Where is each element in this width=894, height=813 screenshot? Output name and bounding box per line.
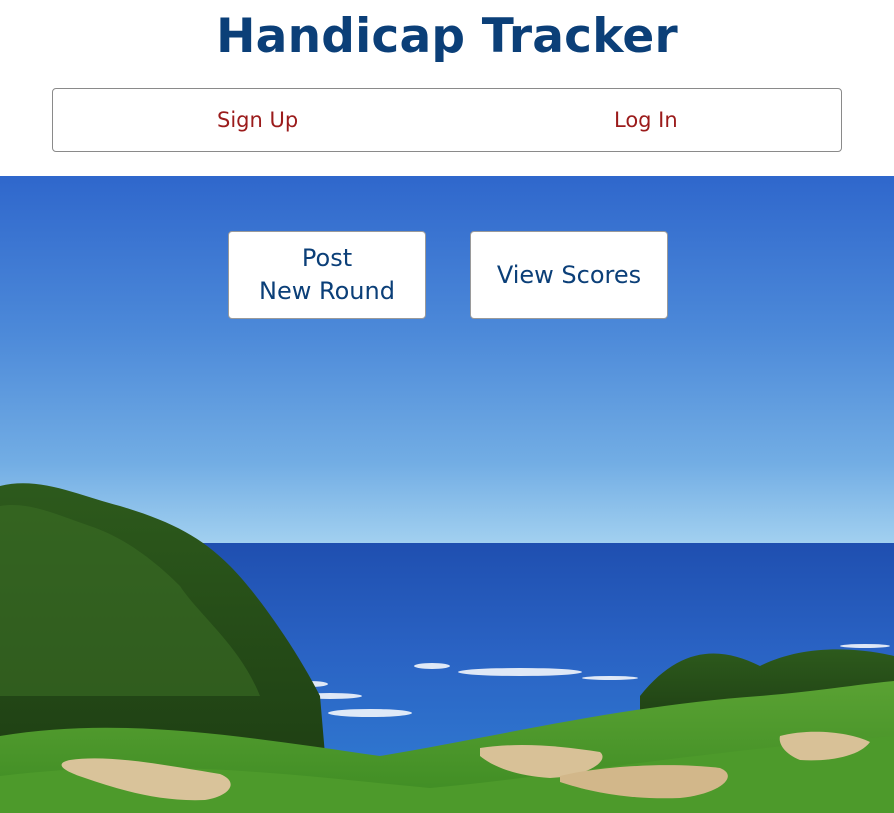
log-in-link[interactable]: Log In [614,89,678,151]
view-scores-label: View Scores [496,260,642,289]
page-title: Handicap Tracker [216,9,678,64]
post-new-round-label-line2: New Round [259,277,395,305]
post-new-round-button[interactable]: Post New Round [228,231,426,319]
hero-background: Post New Round View Scores [0,176,894,813]
golf-course-background-image [0,483,894,813]
post-new-round-label-line1: Post [301,244,353,272]
auth-nav: Sign Up Log In [52,88,842,152]
page: Handicap Tracker Sign Up Log In Post New… [0,0,894,813]
sign-up-link[interactable]: Sign Up [217,89,298,151]
header: Handicap Tracker Sign Up Log In [0,0,894,176]
view-scores-button[interactable]: View Scores [470,231,668,319]
